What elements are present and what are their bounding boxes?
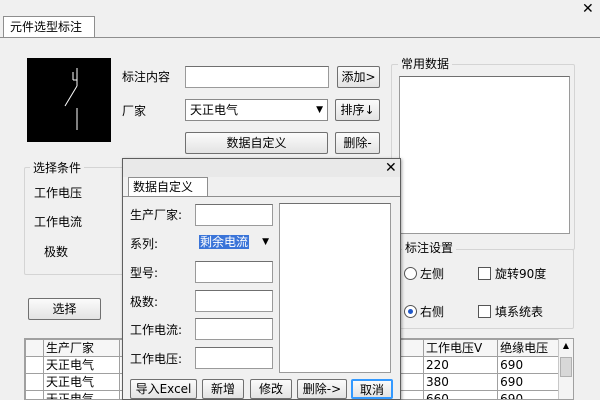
fill-system-checkbox[interactable] — [478, 305, 491, 318]
table-cell: 690 — [497, 390, 559, 399]
dialog-tab-divider — [123, 196, 400, 197]
annotation-label: 标注内容 — [122, 70, 171, 84]
table-cell: 220 — [422, 356, 499, 374]
right-side-label: 右侧 — [420, 305, 445, 319]
custom-data-dialog: ✕ 数据自定义 生产厂家: 系列: 剩余电流 ▼ 型号: 极数: 工作电流: 工… — [122, 158, 401, 400]
column-header[interactable]: 生产厂家 — [42, 339, 121, 357]
dialog-delete-button[interactable]: 删除-> — [297, 379, 347, 399]
cancel-button[interactable]: 取消 — [351, 379, 393, 399]
voltage-label: 工作电压: — [130, 352, 183, 366]
left-side-label: 左侧 — [420, 267, 445, 281]
common-data-list[interactable] — [399, 76, 570, 234]
current-input[interactable] — [195, 318, 273, 340]
vendor-select[interactable]: 天正电气 ▼ — [185, 99, 328, 121]
new-button[interactable]: 新增 — [202, 379, 244, 399]
manufacturer-input[interactable] — [195, 204, 273, 226]
rotate-label: 旋转90度 — [495, 267, 547, 281]
table-cell: 天正电气 — [42, 390, 121, 399]
row-header — [25, 373, 44, 391]
poles-label: 极数: — [130, 295, 159, 309]
dialog-data-list[interactable] — [279, 203, 391, 373]
working-current-label: 工作电流 — [34, 215, 83, 229]
current-label: 工作电流: — [130, 323, 183, 337]
add-button[interactable]: 添加> — [337, 66, 380, 88]
dropdown-arrow-icon: ▼ — [262, 237, 269, 247]
modify-button[interactable]: 修改 — [250, 379, 292, 399]
switch-symbol-icon — [64, 68, 78, 130]
close-icon[interactable]: ✕ — [582, 2, 594, 16]
voltage-input[interactable] — [195, 347, 273, 369]
custom-data-button[interactable]: 数据自定义 — [185, 132, 328, 154]
working-voltage-label: 工作电压 — [34, 186, 83, 200]
close-icon[interactable]: ✕ — [385, 161, 397, 175]
scroll-thumb[interactable] — [560, 357, 572, 377]
table-cell: 天正电气 — [42, 373, 121, 391]
tab-label: 元件选型标注 — [10, 20, 83, 34]
import-excel-button[interactable]: 导入Excel — [130, 379, 197, 399]
tab-component-selection[interactable]: 元件选型标注 — [3, 16, 95, 38]
selection-title: 选择条件 — [30, 161, 85, 175]
table-cell: 天正电气 — [42, 356, 121, 374]
right-side-radio[interactable] — [404, 305, 417, 318]
column-header[interactable]: 工作电压V — [422, 339, 499, 357]
table-scrollbar[interactable]: ▲ — [558, 339, 573, 399]
manufacturer-label: 生产厂家: — [130, 208, 183, 222]
model-input[interactable] — [195, 261, 273, 283]
table-cell: 690 — [497, 356, 559, 374]
scroll-up-icon[interactable]: ▲ — [561, 341, 571, 353]
label-settings-title: 标注设置 — [402, 241, 457, 255]
poles-input[interactable] — [195, 290, 273, 312]
table-cell: 690 — [497, 373, 559, 391]
left-side-radio[interactable] — [404, 267, 417, 280]
tab-divider — [0, 37, 600, 38]
dialog-titlebar — [123, 159, 400, 177]
row-header — [25, 356, 44, 374]
rotate-checkbox[interactable] — [478, 267, 491, 280]
dropdown-arrow-icon: ▼ — [316, 105, 323, 115]
annotation-input[interactable] — [185, 66, 329, 88]
sort-button[interactable]: 排序↓ — [335, 99, 380, 121]
table-cell: 380 — [422, 373, 499, 391]
row-header-corner — [25, 339, 44, 357]
common-data-title: 常用数据 — [398, 57, 453, 71]
delete-button[interactable]: 删除- — [335, 132, 380, 154]
dialog-tab[interactable]: 数据自定义 — [128, 177, 208, 197]
model-label: 型号: — [130, 266, 159, 280]
series-selected-value: 剩余电流 — [199, 235, 250, 249]
vendor-label: 厂家 — [122, 104, 147, 118]
series-label: 系列: — [130, 237, 159, 251]
fill-system-label: 填系统表 — [495, 305, 544, 319]
column-header[interactable]: 绝缘电压 — [497, 339, 559, 357]
vendor-selected-value: 天正电气 — [190, 103, 239, 117]
row-header — [25, 390, 44, 399]
table-cell: 660 — [422, 390, 499, 399]
component-preview — [27, 58, 111, 142]
select-button[interactable]: 选择 — [28, 298, 101, 320]
series-select[interactable]: 剩余电流 ▼ — [195, 232, 273, 254]
poles-label: 极数 — [44, 245, 69, 259]
